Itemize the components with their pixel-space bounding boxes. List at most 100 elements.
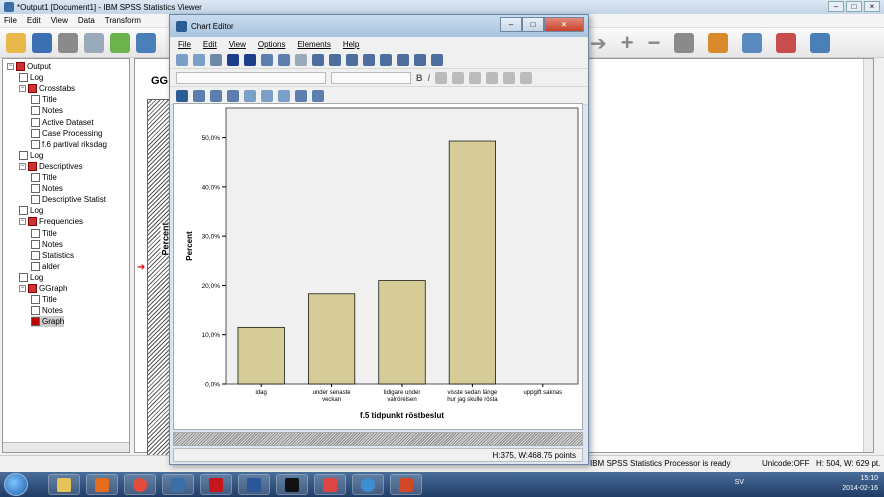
taskbar-office[interactable] bbox=[86, 474, 118, 495]
outline-item[interactable]: − GGraph bbox=[19, 283, 67, 294]
collapse-toggle-icon[interactable]: − bbox=[19, 218, 26, 226]
language-indicator[interactable]: SV bbox=[735, 479, 744, 486]
outline-item[interactable]: − Descriptives bbox=[19, 161, 83, 172]
x-tick-label[interactable]: tidigare under bbox=[384, 390, 421, 396]
align-center-icon[interactable] bbox=[452, 71, 465, 84]
outline-item[interactable]: Log bbox=[19, 150, 43, 161]
editor-menu-help[interactable]: Help bbox=[343, 40, 359, 49]
outline-item[interactable]: − Output bbox=[7, 61, 51, 72]
plus-icon[interactable]: + bbox=[621, 30, 634, 56]
outline-item[interactable]: Notes bbox=[31, 183, 63, 194]
select-icon[interactable] bbox=[295, 53, 307, 66]
insert-title-icon[interactable] bbox=[776, 33, 797, 53]
outline-item[interactable]: Log bbox=[19, 205, 43, 216]
menu-file[interactable]: File bbox=[4, 16, 17, 25]
x-tick-label[interactable]: veckan bbox=[322, 397, 341, 403]
y-axis-icon[interactable] bbox=[244, 53, 256, 66]
bar-icon[interactable] bbox=[193, 89, 205, 102]
scale-icon[interactable] bbox=[261, 53, 273, 66]
bar-chart[interactable]: 0,0% 10,0% 20,0% 30,0% 40,0% 50,0% idag under … bbox=[174, 104, 582, 429]
editor-menu-edit[interactable]: Edit bbox=[203, 40, 217, 49]
y-tick-label[interactable]: 0,0% bbox=[205, 382, 220, 389]
collapse-toggle-icon[interactable]: − bbox=[19, 285, 26, 292]
insert-heading-icon[interactable] bbox=[742, 33, 763, 53]
x-tick-label[interactable]: under senaste bbox=[313, 390, 352, 396]
outline-item[interactable]: − Frequencies bbox=[19, 216, 83, 227]
recall-dialog-icon[interactable] bbox=[136, 32, 156, 53]
save-icon[interactable] bbox=[32, 32, 52, 53]
interpolation-icon[interactable] bbox=[244, 89, 256, 102]
x-tick-label[interactable]: visste sedan länge bbox=[448, 390, 498, 396]
x-tick-label[interactable]: idag bbox=[256, 390, 267, 396]
align-left-icon[interactable] bbox=[435, 71, 448, 84]
x-axis-icon[interactable] bbox=[227, 53, 239, 66]
minus-icon[interactable]: − bbox=[648, 30, 661, 56]
transpose-icon[interactable] bbox=[312, 53, 324, 66]
taskbar-pdf[interactable] bbox=[200, 474, 232, 495]
align-right-icon[interactable] bbox=[469, 71, 482, 84]
menu-data[interactable]: Data bbox=[78, 16, 95, 25]
maximize-button[interactable]: □ bbox=[846, 1, 862, 12]
outline-pane[interactable]: − Output Log − Crosstabs Title Notes Active Dat… bbox=[2, 58, 130, 453]
system-clock[interactable]: 15:10 2014-02-16 bbox=[842, 474, 878, 494]
y-tick-label[interactable]: 20,0% bbox=[202, 283, 221, 290]
collapse-toggle-icon[interactable]: − bbox=[19, 85, 26, 93]
editor-menu-options[interactable]: Options bbox=[258, 40, 286, 49]
outline-item[interactable]: alder bbox=[31, 261, 60, 272]
y-axis-title[interactable]: Percent bbox=[185, 231, 194, 261]
show-icon[interactable] bbox=[674, 33, 695, 53]
bar-chart-icon[interactable] bbox=[414, 53, 426, 66]
bold-icon[interactable]: B bbox=[416, 73, 423, 83]
text-box-icon[interactable] bbox=[380, 53, 392, 66]
fit-line-icon[interactable] bbox=[346, 53, 358, 66]
chart-bar[interactable] bbox=[308, 293, 356, 385]
fill-color-icon[interactable] bbox=[503, 71, 516, 84]
x-axis-title[interactable]: f.5 tidpunkt röstbeslut bbox=[360, 411, 444, 420]
outline-item[interactable]: − Crosstabs bbox=[19, 83, 75, 94]
text-color-icon[interactable] bbox=[486, 71, 499, 84]
font-family-combo[interactable] bbox=[176, 71, 326, 84]
stacked-bar-icon[interactable] bbox=[431, 53, 443, 66]
editor-close-button[interactable]: × bbox=[544, 17, 584, 32]
chart-bar[interactable] bbox=[378, 280, 426, 385]
taskbar-powerpoint[interactable] bbox=[390, 474, 422, 495]
histogram-icon[interactable] bbox=[295, 89, 307, 102]
outline-item[interactable]: Notes bbox=[31, 239, 63, 250]
footnote-icon[interactable] bbox=[397, 53, 409, 66]
close-button[interactable]: × bbox=[864, 1, 880, 12]
drop-line-icon[interactable] bbox=[261, 89, 273, 102]
line-chart-icon[interactable] bbox=[210, 89, 222, 102]
outline-item[interactable]: Log bbox=[19, 72, 43, 83]
editor-menu-view[interactable]: View bbox=[229, 40, 246, 49]
font-size-combo[interactable] bbox=[331, 71, 411, 84]
x-tick-label[interactable]: valrörelsen bbox=[387, 397, 416, 403]
area-chart-icon[interactable] bbox=[227, 89, 239, 102]
y-tick-label[interactable]: 30,0% bbox=[202, 234, 221, 241]
taskbar-chrome[interactable] bbox=[124, 474, 156, 495]
outline-item[interactable]: Notes bbox=[31, 305, 63, 316]
x-tick-label[interactable]: hur jag skulle rösta bbox=[447, 397, 498, 403]
start-button[interactable] bbox=[4, 473, 28, 496]
outline-item[interactable]: Title bbox=[31, 294, 57, 305]
menu-edit[interactable]: Edit bbox=[27, 16, 41, 25]
minimize-button[interactable]: – bbox=[828, 1, 844, 12]
outline-item[interactable]: Statistics bbox=[31, 250, 74, 261]
redo-icon[interactable] bbox=[193, 53, 205, 66]
taskbar-spss[interactable] bbox=[162, 474, 194, 495]
insert-text-icon[interactable] bbox=[810, 33, 831, 53]
outline-item[interactable]: Log bbox=[19, 272, 43, 283]
chart-bar[interactable] bbox=[448, 140, 496, 385]
outline-item[interactable]: Graph bbox=[31, 316, 65, 328]
content-scrollbar[interactable] bbox=[863, 59, 873, 452]
chart-bar[interactable] bbox=[237, 326, 285, 385]
print-icon[interactable] bbox=[58, 32, 78, 53]
x-tick-label[interactable]: uppgift saknas bbox=[523, 390, 562, 396]
outline-item[interactable]: Descriptive Statist bbox=[31, 194, 106, 205]
taskbar-stats[interactable] bbox=[352, 474, 384, 495]
outline-item[interactable]: Title bbox=[31, 172, 57, 183]
outline-scrollbar[interactable] bbox=[3, 442, 129, 452]
outline-item[interactable]: Title bbox=[31, 94, 57, 105]
print-preview-icon[interactable] bbox=[84, 32, 104, 53]
menu-view[interactable]: View bbox=[51, 16, 68, 25]
italic-icon[interactable]: I bbox=[428, 73, 431, 83]
